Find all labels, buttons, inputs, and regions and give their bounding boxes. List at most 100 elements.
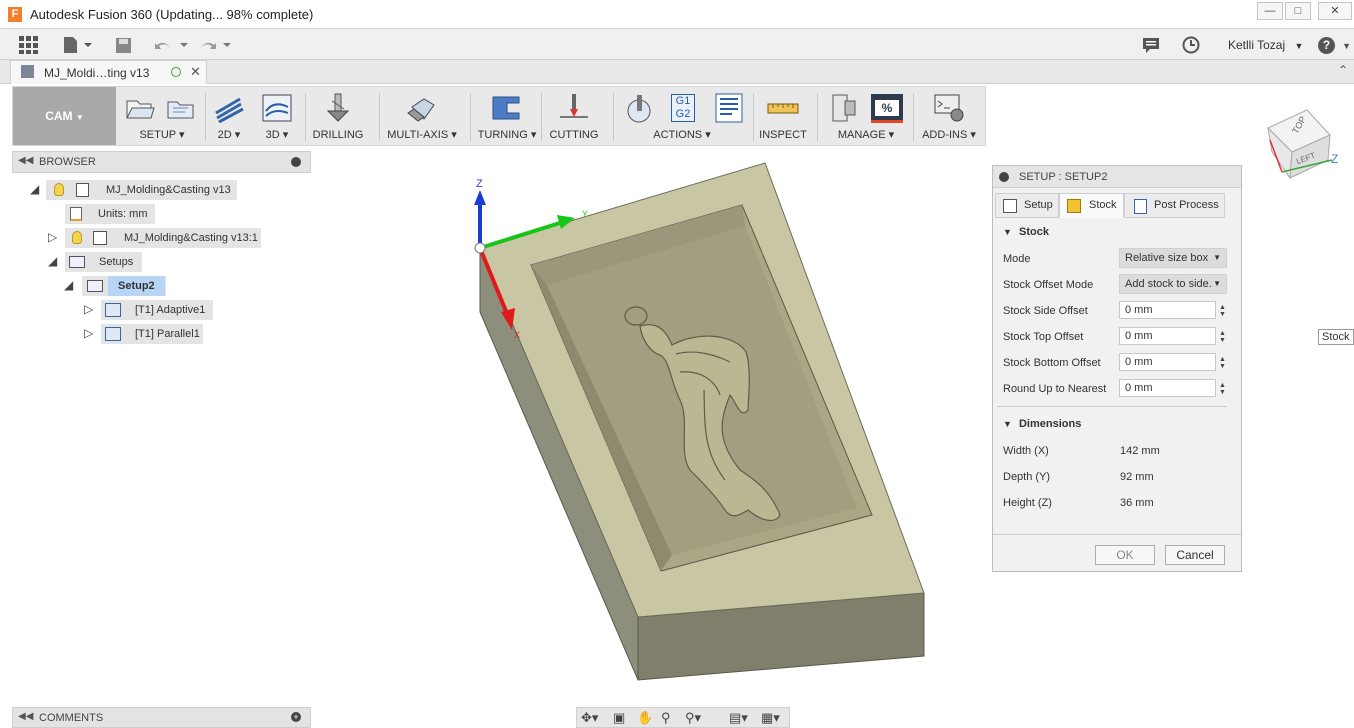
- minimize-button[interactable]: —: [1257, 2, 1283, 20]
- 2d-group[interactable]: 2D ▾: [207, 87, 251, 145]
- comments-panel-header[interactable]: ◀◀ COMMENTS +: [12, 707, 311, 728]
- cancel-button[interactable]: Cancel: [1165, 545, 1225, 565]
- stock-offset-mode-select[interactable]: Add stock to side... ▼: [1119, 274, 1227, 294]
- y-axis-label: Y: [582, 209, 589, 219]
- collapse-triangle-icon[interactable]: ◢: [64, 278, 73, 292]
- file-menu-icon[interactable]: [62, 36, 92, 54]
- stock-side-offset-spinner[interactable]: ▲ ▼: [1219, 304, 1226, 318]
- drill-icon: [326, 93, 350, 122]
- collapse-triangle-icon[interactable]: ◢: [48, 254, 57, 268]
- setups-folder-icon: [69, 256, 85, 268]
- round-up-input[interactable]: [1119, 379, 1216, 397]
- expand-triangle-icon[interactable]: ▷: [84, 302, 93, 316]
- 3d-group[interactable]: 3D ▾: [253, 87, 301, 145]
- drilling-group[interactable]: DRILLING: [309, 87, 367, 145]
- turning-icon: [492, 96, 520, 120]
- tree-units[interactable]: Units: mm: [65, 204, 155, 224]
- document-tab-label: MJ_Moldi…ting v13: [44, 66, 150, 80]
- undo-icon[interactable]: [154, 36, 188, 54]
- add-comment-icon[interactable]: +: [291, 712, 301, 722]
- tab-post-process[interactable]: Post Process: [1124, 193, 1225, 218]
- pan-hand-icon[interactable]: ✋: [637, 710, 653, 726]
- 2d-adaptive-icon: [215, 97, 244, 123]
- mold-box: [474, 162, 925, 681]
- tree-component-label: MJ_Molding&Casting v13:1: [124, 232, 258, 244]
- maximize-button[interactable]: □: [1285, 2, 1311, 20]
- minimize-panel-icon[interactable]: [291, 157, 301, 167]
- units-doc-icon: [70, 207, 82, 221]
- stock-top-offset-input[interactable]: [1119, 327, 1216, 345]
- sync-status-icon: [171, 67, 181, 77]
- look-at-icon[interactable]: ▣: [613, 710, 625, 726]
- multiaxis-group[interactable]: MULTI-AXIS ▾: [385, 87, 459, 145]
- app-grid-icon[interactable]: [19, 36, 38, 54]
- history-clock-icon[interactable]: [1182, 36, 1200, 54]
- actions-group[interactable]: G1 G2 ACTIONS ▾: [617, 87, 747, 145]
- inspect-group[interactable]: INSPECT: [757, 87, 809, 145]
- setup-folder-icon: [87, 280, 103, 292]
- mode-select[interactable]: Relative size box ▼: [1119, 248, 1227, 268]
- help-menu[interactable]: ? ▼: [1318, 36, 1351, 54]
- tab-setup[interactable]: Setup: [995, 193, 1059, 218]
- window-title: Autodesk Fusion 360 (Updating... 98% com…: [30, 7, 314, 22]
- collapse-triangle-icon[interactable]: ◢: [30, 182, 39, 196]
- collapse-triangle-icon: ▼: [1003, 419, 1012, 429]
- tree-parallel-operation[interactable]: [T1] Parallel1: [101, 324, 203, 344]
- tab-stock[interactable]: Stock: [1059, 193, 1124, 218]
- 2d-group-label: 2D ▾: [217, 129, 241, 141]
- cutting-group[interactable]: CUTTING: [545, 87, 603, 145]
- stock-bottom-offset-label: Stock Bottom Offset: [1003, 357, 1101, 369]
- fit-zoom-icon[interactable]: ⚲▾: [685, 710, 701, 726]
- collapse-panel-icon[interactable]: ◀◀: [18, 711, 33, 722]
- visibility-bulb-icon[interactable]: [72, 231, 82, 244]
- collapse-dialog-icon[interactable]: [999, 172, 1009, 182]
- setup-group-label: SETUP ▾: [139, 129, 185, 141]
- tool-library-icon: [832, 94, 856, 122]
- close-button[interactable]: ✕: [1318, 2, 1352, 20]
- manage-group[interactable]: % MANAGE ▾: [821, 87, 911, 145]
- stock-bottom-offset-input[interactable]: [1119, 353, 1216, 371]
- close-tab-button[interactable]: ✕: [190, 64, 201, 80]
- collapse-chevron-icon[interactable]: ⌃: [1338, 63, 1348, 77]
- tree-root[interactable]: MJ_Molding&Casting v13: [46, 180, 237, 200]
- browser-header[interactable]: ◀◀ BROWSER: [12, 151, 311, 173]
- dimensions-section-header[interactable]: ▼ Dimensions: [1003, 418, 1081, 430]
- chevron-down-icon: ▼: [1213, 279, 1221, 288]
- tree-adaptive-operation[interactable]: [T1] Adaptive1: [101, 300, 213, 320]
- turning-group[interactable]: TURNING ▾: [475, 87, 539, 145]
- dialog-header[interactable]: SETUP : SETUP2: [993, 166, 1241, 188]
- ok-button[interactable]: OK: [1095, 545, 1155, 565]
- workspace-switcher[interactable]: CAM ▼: [13, 87, 116, 145]
- user-account-menu[interactable]: Ketlli Tozaj ▼: [1228, 38, 1303, 52]
- setup-sheet-icon: [715, 93, 743, 123]
- tree-setups[interactable]: Setups: [65, 252, 142, 272]
- expand-triangle-icon[interactable]: ▷: [48, 230, 57, 244]
- save-icon[interactable]: [115, 36, 132, 54]
- round-up-spinner[interactable]: ▲ ▼: [1219, 382, 1226, 396]
- stock-side-offset-input[interactable]: [1119, 301, 1216, 319]
- scripts-addins-icon: [934, 94, 964, 122]
- tree-root-label: MJ_Molding&Casting v13: [106, 184, 231, 196]
- display-settings-icon[interactable]: ▤▾: [729, 710, 748, 726]
- collapse-panel-icon[interactable]: ◀◀: [18, 155, 33, 166]
- comment-icon[interactable]: [1142, 36, 1160, 54]
- setup-group[interactable]: SETUP ▾: [119, 87, 205, 145]
- stock-bottom-offset-spinner[interactable]: ▲ ▼: [1219, 356, 1226, 370]
- stock-top-offset-spinner[interactable]: ▲ ▼: [1219, 330, 1226, 344]
- comments-title: COMMENTS: [39, 712, 104, 724]
- redo-icon[interactable]: [199, 36, 233, 54]
- tree-component[interactable]: MJ_Molding&Casting v13:1: [65, 228, 261, 248]
- orbit-icon[interactable]: ✥▾: [581, 710, 598, 726]
- tree-setup2[interactable]: Setup2: [82, 276, 166, 296]
- visibility-bulb-icon[interactable]: [54, 183, 64, 196]
- stock-section-header[interactable]: ▼ Stock: [1003, 226, 1049, 238]
- grid-settings-icon[interactable]: ▦▾: [761, 710, 780, 726]
- document-tab[interactable]: MJ_Moldi…ting v13 ✕: [10, 60, 207, 84]
- round-up-label: Round Up to Nearest: [1003, 383, 1107, 395]
- zoom-icon[interactable]: ⚲: [661, 710, 671, 726]
- expand-triangle-icon[interactable]: ▷: [84, 326, 93, 340]
- actions-group-label: ACTIONS ▾: [653, 129, 711, 141]
- ribbon-separator: [817, 93, 818, 141]
- footer-divider: [993, 534, 1241, 535]
- addins-group[interactable]: ADD-INS ▾: [917, 87, 981, 145]
